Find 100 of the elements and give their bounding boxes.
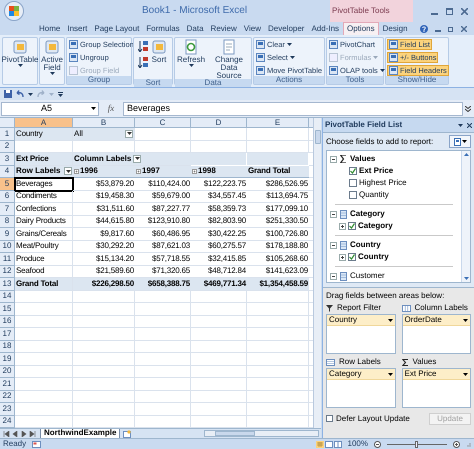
- empty-cell: [135, 353, 191, 366]
- row-number: 3: [0, 153, 15, 166]
- horizontal-scroll-bar[interactable]: [204, 430, 319, 437]
- expand-toggle[interactable]: [330, 156, 337, 162]
- button-icon: [183, 39, 199, 55]
- caret-icon: [388, 372, 392, 376]
- field-chip[interactable]: Country: [327, 315, 394, 326]
- expand-toggle[interactable]: [339, 254, 346, 260]
- field-group-label: Values: [350, 155, 376, 163]
- ribbon-button[interactable]: Refresh: [176, 39, 206, 79]
- ribbon-tab[interactable]: View: [240, 22, 264, 35]
- table-cell: $110,424.00: [135, 178, 191, 190]
- empty-cell: [135, 378, 191, 390]
- empty-cell: [73, 290, 135, 303]
- table-icon: [340, 272, 347, 280]
- table-cell: $58,359.73: [191, 203, 247, 216]
- row-number: 11: [0, 253, 15, 266]
- ribbon-tab[interactable]: Formulas: [143, 22, 183, 35]
- column-header[interactable]: E: [247, 118, 309, 127]
- column-header[interactable]: A: [15, 118, 73, 127]
- group-label: Actions: [254, 76, 324, 84]
- expand-icon: [136, 168, 141, 174]
- button-icon: [256, 40, 265, 49]
- close-icon: [467, 122, 472, 128]
- row-number: 9: [0, 228, 15, 240]
- table-cell: $177,099.10: [247, 203, 309, 216]
- button-icon: [329, 53, 338, 62]
- ribbon-tab[interactable]: Developer: [264, 22, 308, 35]
- table-cell: Grand Total: [247, 166, 309, 178]
- column-header[interactable]: D: [191, 118, 247, 127]
- ribbon-tab[interactable]: Data: [184, 22, 207, 35]
- slider-thumb[interactable]: [415, 440, 418, 448]
- layout-button[interactable]: [449, 135, 471, 148]
- formula-field[interactable]: Beverages: [123, 102, 463, 116]
- table-cell: $122,223.75: [191, 178, 247, 190]
- column-header[interactable]: B: [73, 118, 135, 127]
- resize-grip-icon: [466, 442, 471, 446]
- button-icon: [329, 40, 338, 49]
- scroll-bar[interactable]: [313, 118, 321, 428]
- row-number: 23: [0, 403, 15, 416]
- row-number: 21: [0, 378, 15, 390]
- table-cell: $57,718.55: [135, 253, 191, 266]
- checkbox[interactable]: [349, 167, 357, 175]
- empty-cell: [247, 366, 309, 378]
- field-label: Highest Price: [359, 179, 407, 187]
- scroll-bar[interactable]: [461, 151, 470, 282]
- close-icon: [461, 8, 468, 14]
- empty-cell: [247, 390, 309, 403]
- empty-cell: [191, 378, 247, 390]
- ribbon-tab[interactable]: Insert: [64, 22, 90, 35]
- caret-icon: [49, 92, 54, 96]
- sheet-tab[interactable]: NorthwindExample: [40, 428, 120, 438]
- customize-icon: [58, 92, 63, 96]
- field-chip[interactable]: OrderDate: [402, 315, 470, 326]
- expand-icon: [192, 168, 197, 174]
- empty-cell: [191, 353, 247, 366]
- checkbox[interactable]: [348, 222, 356, 230]
- expand-toggle[interactable]: [330, 242, 337, 248]
- empty-cell: [135, 366, 191, 378]
- ribbon-tab[interactable]: Home: [36, 22, 64, 35]
- expand-toggle[interactable]: [330, 272, 337, 280]
- check-icon: [350, 168, 356, 174]
- checkbox[interactable]: [349, 191, 357, 199]
- table-cell: Dairy Products: [15, 216, 73, 228]
- empty-cell: [191, 290, 247, 303]
- empty-cell: [247, 328, 309, 340]
- group-label: Data: [175, 79, 251, 87]
- scroll-down-icon: [464, 277, 468, 280]
- expand-toggle[interactable]: [330, 210, 337, 218]
- minus-icon: [331, 242, 336, 248]
- ribbon-tab[interactable]: Page Layout: [91, 22, 142, 35]
- caret-icon: [91, 107, 96, 110]
- check-icon: [349, 223, 355, 229]
- table-cell: $105,268.60: [247, 253, 309, 266]
- row-number: 13: [0, 278, 15, 290]
- normal-view-icon: [316, 440, 324, 448]
- filter-dropdown[interactable]: All: [73, 128, 135, 140]
- empty-cell: [247, 340, 309, 353]
- table-cell: $53,879.20: [73, 178, 135, 190]
- check-icon: [349, 254, 355, 260]
- filter-icon: [326, 304, 333, 312]
- field-chip[interactable]: Category: [327, 369, 394, 380]
- empty-cell: [191, 303, 247, 316]
- empty-cell: [191, 390, 247, 403]
- row-number: 15: [0, 303, 15, 316]
- ribbon-tab[interactable]: Design: [380, 22, 411, 35]
- column-header[interactable]: C: [135, 118, 191, 127]
- ribbon-tab[interactable]: Options: [343, 22, 379, 35]
- checkbox[interactable]: [326, 415, 333, 422]
- checkbox[interactable]: [349, 179, 357, 187]
- name-box[interactable]: A5: [1, 102, 99, 116]
- checkbox[interactable]: [348, 253, 356, 261]
- ribbon-tab[interactable]: Add-Ins: [308, 22, 342, 35]
- sheet-navigation-icon: [3, 430, 37, 436]
- group-label: Sort: [134, 79, 172, 87]
- ribbon-tab[interactable]: Review: [208, 22, 240, 35]
- expand-toggle[interactable]: [339, 222, 346, 230]
- empty-cell: [73, 316, 135, 328]
- column-labels-dropdown[interactable]: Column Labels: [73, 153, 191, 166]
- field-chip[interactable]: Ext Price: [402, 369, 470, 380]
